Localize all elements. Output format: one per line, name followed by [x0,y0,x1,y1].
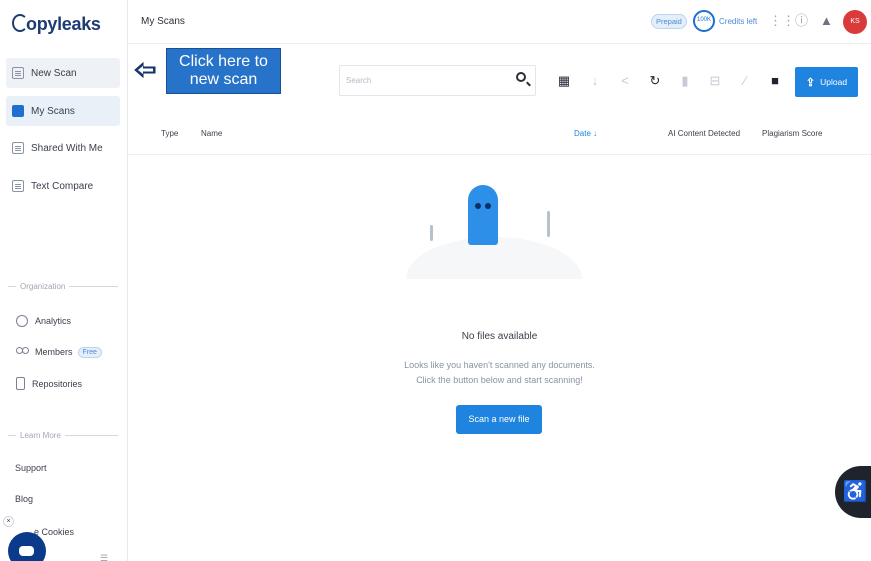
empty-state-title: No files available [461,331,538,342]
cookies-link[interactable]: e Cookies [34,527,74,537]
breadcrumb: My Scans [141,16,185,27]
analytics-icon [16,315,28,327]
learn-more-section-label: Learn More [8,431,118,440]
new-folder-icon[interactable]: ■ [766,72,784,90]
move-icon[interactable]: ⊟ [706,72,724,90]
empty-state-line-2: Click the button below and start scannin… [416,375,583,385]
main-content: Search ▦ ↓ < ↻ ▮ ⊟ ∕ ■ ⇪ Upload Type Nam… [128,44,871,561]
sidebar-item-label: My Scans [31,105,75,117]
search-icon[interactable] [516,72,526,82]
grid-view-icon[interactable]: ▦ [555,72,573,90]
sidebar-item-analytics[interactable]: Analytics [16,315,71,327]
search-input[interactable]: Search [339,65,536,96]
chat-close-icon[interactable]: × [3,516,14,527]
organization-section-label: Organization [8,282,118,291]
column-ai-content[interactable]: AI Content Detected [668,129,740,138]
upload-label: Upload [820,77,848,87]
refresh-icon[interactable]: ↻ [646,72,664,90]
sidebar-item-my-scans[interactable]: My Scans [6,96,120,126]
upload-button[interactable]: ⇪ Upload [795,67,858,97]
annotation-line-2: new scan [189,71,258,88]
org-item-label: Analytics [35,316,72,326]
ghost-mascot-icon [468,185,498,245]
avatar[interactable]: KS [843,10,867,34]
scan-new-file-button[interactable]: Scan a new file [456,405,542,434]
help-icon[interactable]: ⓘ [795,13,808,29]
shared-folder-icon [12,142,24,154]
sidebar-item-new-scan[interactable]: New Scan [6,58,120,88]
cactus-left-icon [430,225,433,241]
column-type[interactable]: Type [161,129,178,138]
prepaid-badge: Prepaid [651,14,687,29]
sidebar-item-label: Shared With Me [31,142,103,154]
share-icon[interactable]: < [616,72,634,90]
cactus-right-icon [547,211,550,237]
column-date[interactable]: Date ↓ [574,129,597,138]
search-placeholder: Search [346,76,372,85]
sidebar-item-members[interactable]: Members Free [16,346,102,358]
org-item-label: Repositories [32,378,83,389]
new-scan-icon [12,67,24,79]
text-compare-icon [12,180,24,192]
upload-icon: ⇪ [805,76,816,89]
arrow-left-icon [134,62,156,78]
folder-icon [12,105,24,117]
edit-icon[interactable]: ∕ [736,72,754,90]
sidebar-item-text-compare[interactable]: Text Compare [6,171,120,201]
bell-icon[interactable]: ▲ [820,13,833,29]
credits-ring[interactable]: 100K [693,10,715,32]
sidebar-item-shared-with-me[interactable]: Shared With Me [6,133,120,163]
new-scan-annotation: Click here to new scan [166,48,281,94]
table-header: Type Name Date ↓ AI Content Detected Pla… [128,112,871,155]
members-icon [16,346,29,358]
delete-icon[interactable]: ▮ [676,72,694,90]
column-plagiarism[interactable]: Plagiarism Score [762,129,822,138]
annotation-line-1: Click here to [179,53,268,70]
sidebar-item-repositories[interactable]: Repositories [16,377,82,390]
apps-grid-icon[interactable]: ⋮⋮ [769,13,795,29]
credits-left-label[interactable]: Credits left [719,17,757,26]
download-icon[interactable]: ↓ [586,72,604,90]
sidebar: opyleaks New Scan My Scans Shared With M… [0,0,128,561]
repositories-icon [16,377,25,390]
sidebar-item-label: New Scan [31,67,77,79]
blog-link[interactable]: Blog [15,494,33,504]
empty-state-line-1: Looks like you haven't scanned any docum… [404,360,595,370]
column-name[interactable]: Name [201,129,222,138]
empty-state-illustration [406,185,586,280]
logo-text: opyleaks [26,14,101,34]
top-bar: My Scans Prepaid 100K Credits left ⋮⋮ ⓘ … [128,0,871,44]
org-item-label: Members [35,347,73,357]
collapse-sidebar-icon[interactable]: ☰ [100,553,108,561]
sidebar-item-label: Text Compare [31,180,94,192]
support-link[interactable]: Support [15,463,47,473]
copyleaks-logo[interactable]: opyleaks [12,14,101,35]
free-badge: Free [77,346,102,358]
